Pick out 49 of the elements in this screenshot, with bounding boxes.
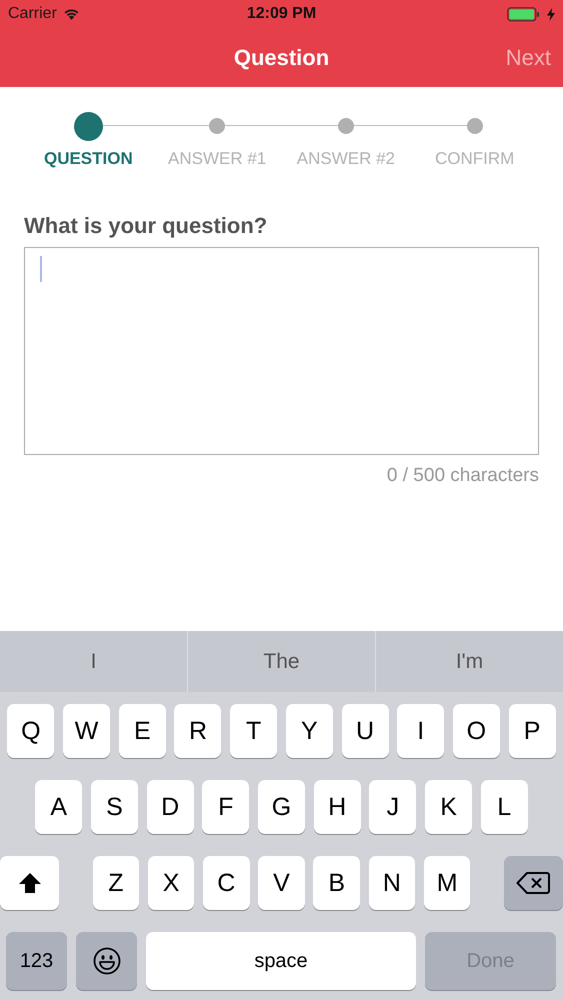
letter-key[interactable]: I [397, 704, 444, 758]
emoji-key[interactable] [76, 932, 137, 990]
step-label: ANSWER #1 [168, 149, 266, 169]
letter-key[interactable]: Q [7, 704, 54, 758]
smiley-icon [92, 947, 120, 975]
letter-key[interactable]: L [480, 780, 528, 834]
wifi-icon [62, 8, 80, 20]
letter-key[interactable]: S [90, 780, 138, 834]
letter-key[interactable]: J [369, 780, 416, 834]
letter-key[interactable]: K [425, 780, 472, 834]
letter-key[interactable]: G [258, 780, 305, 834]
letter-key[interactable]: V [258, 856, 305, 910]
letter-key[interactable]: E [118, 704, 166, 758]
suggestion[interactable]: The [188, 650, 375, 674]
letter-key[interactable]: F [202, 780, 250, 834]
letter-key[interactable]: H [314, 780, 361, 834]
letter-key[interactable]: U [342, 704, 389, 758]
clock-time: 12:09 PM [246, 5, 318, 23]
delete-key[interactable] [504, 856, 563, 910]
step-label: QUESTION [44, 149, 133, 169]
letter-key[interactable]: X [148, 856, 194, 910]
letter-key[interactable]: O [452, 704, 500, 758]
suggestion[interactable]: I [0, 650, 187, 674]
space-key[interactable]: space [146, 932, 416, 990]
character-counter: 0 / 500 characters [386, 465, 539, 487]
letter-key[interactable]: B [313, 856, 360, 910]
step-label: ANSWER #2 [296, 149, 395, 169]
battery-icon [507, 6, 541, 22]
step-label: CONFIRM [434, 149, 514, 169]
letter-key[interactable]: N [368, 856, 416, 910]
letter-key[interactable]: D [146, 780, 194, 834]
shift-icon [18, 872, 42, 894]
carrier-name: Carrier [8, 5, 57, 23]
letter-key[interactable]: A [35, 780, 82, 834]
letter-key[interactable]: Z [92, 856, 140, 910]
letter-key[interactable]: W [63, 704, 110, 758]
letter-key[interactable]: P [508, 704, 556, 758]
suggestion[interactable]: I'm [376, 650, 563, 674]
letter-key[interactable]: R [174, 704, 222, 758]
screen-title: Question [234, 44, 330, 70]
question-label: What is your question? [24, 213, 268, 239]
question-input[interactable] [24, 247, 539, 455]
letter-key[interactable]: Y [286, 704, 333, 758]
letter-key[interactable]: M [424, 856, 470, 910]
shift-key[interactable] [0, 856, 60, 910]
backspace-icon [516, 871, 550, 895]
letter-key[interactable]: C [203, 856, 250, 910]
keyboard-key[interactable]: 123 [6, 932, 67, 990]
letter-key[interactable]: T [230, 704, 278, 758]
